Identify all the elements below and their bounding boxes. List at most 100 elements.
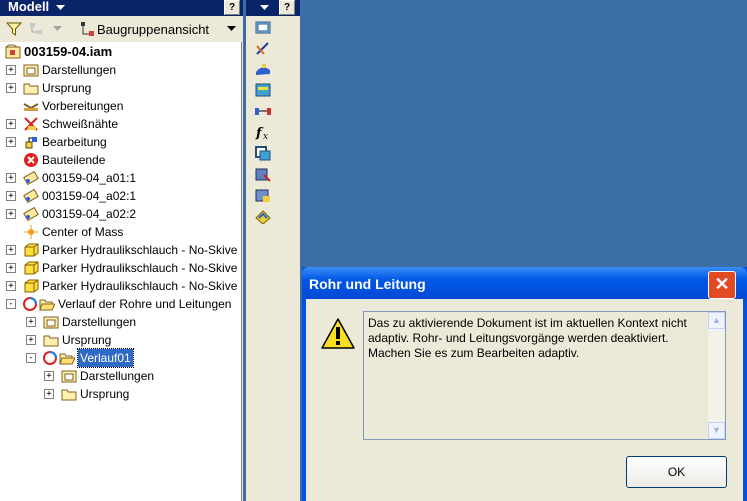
folder-open-icon [39,299,55,311]
expand-icon[interactable]: + [6,173,16,183]
repfold-icon [43,316,59,329]
ok-button[interactable]: OK [626,456,727,488]
filter-icon[interactable] [6,21,22,37]
tree-root[interactable]: 003159-04.iam [0,43,241,61]
export-tool-icon[interactable] [254,166,272,182]
repfold-icon [23,64,39,77]
expand-icon[interactable]: + [44,389,54,399]
chevron-down-icon[interactable] [227,26,236,32]
svg-text:x: x [263,132,268,140]
message-scrollbar[interactable]: ▲ ▼ [708,312,725,439]
connect-tool-icon[interactable] [254,103,272,119]
scroll-down-arrow-icon[interactable]: ▼ [708,422,725,439]
tree-item[interactable]: Bauteilende [0,151,241,169]
route-dialog: Rohr und Leitung ✕ Das zu aktivierende D… [302,267,747,501]
hose-icon [24,279,39,293]
tree-item[interactable]: + Darstellungen [0,61,241,79]
browser-header: Modell ? [0,0,243,16]
message-textarea[interactable]: Das zu aktivierende Dokument ist im aktu… [363,311,726,440]
tree-item-label: Bearbeitung [42,135,107,149]
expand-icon[interactable]: + [6,245,16,255]
tree-item-label: 003159-04.iam [24,44,113,59]
part-icon [23,188,39,204]
tree-item[interactable]: +003159-04_a02:1 [0,187,241,205]
chevron-down-icon[interactable] [53,26,62,32]
folder-icon [61,389,77,401]
browser-title[interactable]: Modell [8,0,49,15]
tree-item[interactable]: Center of Mass [0,223,241,241]
pipe-tool-icon[interactable] [254,61,272,77]
folder-open-icon [59,353,75,365]
tree-item[interactable]: +003159-04_a02:2 [0,205,241,223]
part-icon [23,170,39,186]
folder-icon [23,83,39,95]
tree-item-label: Parker Hydraulikschlauch - No-Skive [42,243,238,257]
tree-item[interactable]: + Darstellungen [0,367,241,385]
tree-item[interactable]: - Verlauf der Rohre und Leitungen [0,295,241,313]
route-icon [43,351,57,365]
help-button[interactable]: ? [224,0,240,15]
hose-icon [24,243,39,257]
close-button[interactable]: ✕ [708,271,736,299]
tree-item-label: Bauteilende [42,153,106,167]
dialog-titlebar[interactable]: Rohr und Leitung ✕ [302,267,747,299]
route-tool-icon[interactable] [254,19,272,35]
tree-item-label: Parker Hydraulikschlauch - No-Skive [42,279,238,293]
assembly-view-icon [81,22,94,36]
tree-item[interactable]: + Parker Hydraulikschlauch - No-Skive [0,259,241,277]
copy-tool-icon[interactable] [254,145,272,161]
expand-icon[interactable]: + [6,281,16,291]
scroll-up-arrow-icon[interactable]: ▲ [708,312,725,329]
settings-tool-icon[interactable] [254,208,272,224]
expand-icon[interactable]: + [6,137,16,147]
expand-icon[interactable]: + [6,209,16,219]
tree-item[interactable]: - Verlauf01 [0,348,241,368]
tree-item-label: 003159-04_a02:1 [42,189,137,203]
expand-icon[interactable]: + [6,191,16,201]
machining-icon [25,137,37,149]
tree-item-label: 003159-04_a02:2 [42,207,137,221]
collapse-icon[interactable]: - [6,299,16,309]
expand-icon[interactable]: + [6,83,16,93]
view-selector-label[interactable]: Baugruppenansicht [97,22,209,37]
collapse-icon[interactable]: - [26,353,36,363]
expand-icon[interactable]: + [26,317,36,327]
expand-icon[interactable]: + [6,65,16,75]
expand-icon[interactable]: + [6,119,16,129]
tree-item-label: Verlauf01 [77,348,134,368]
tree-item[interactable]: + Bearbeitung [0,133,241,151]
message-text: Das zu aktivierende Dokument ist im aktu… [368,316,687,360]
tree-item[interactable]: + Ursprung [0,385,241,403]
sketch-tool-icon[interactable] [254,40,272,56]
fitting-tool-icon[interactable] [254,82,272,98]
expand-icon[interactable]: + [26,335,36,345]
part-icon [23,206,39,222]
tree-item[interactable]: + Parker Hydraulikschlauch - No-Skive [0,277,241,295]
tree-item[interactable]: + Parker Hydraulikschlauch - No-Skive [0,241,241,259]
tree-item[interactable]: Vorbereitungen [0,97,241,115]
tree-item-label: Verlauf der Rohre und Leitungen [58,297,232,311]
help-button[interactable]: ? [279,0,295,15]
tree-item[interactable]: + Schweißnähte [0,115,241,133]
tree-item-label: Ursprung [80,387,130,401]
close-icon: ✕ [714,274,730,294]
dialog-title: Rohr und Leitung [309,276,426,292]
tree-item[interactable]: + Darstellungen [0,313,241,331]
error-icon [24,153,38,167]
tree-item-label: Center of Mass [42,225,124,239]
tree-item[interactable]: + Ursprung [0,331,241,349]
hose-icon [24,261,39,275]
tree-item[interactable]: + Ursprung [0,79,241,97]
chevron-down-icon[interactable] [260,5,269,11]
expand-icon[interactable]: + [6,263,16,273]
parameters-icon[interactable]: fx [254,124,272,140]
model-tree[interactable]: 003159-04.iam + Darstellungen + Ursprung Vorb… [0,42,242,501]
bom-tool-icon[interactable] [254,187,272,203]
expand-icon[interactable]: + [44,371,54,381]
hierarchy-icon[interactable] [28,21,44,37]
chevron-down-icon[interactable] [56,5,65,11]
tree-item[interactable]: +003159-04_a01:1 [0,169,241,187]
tree-item-label: Darstellungen [42,63,117,77]
warning-icon [321,318,355,349]
route-icon [23,297,37,311]
